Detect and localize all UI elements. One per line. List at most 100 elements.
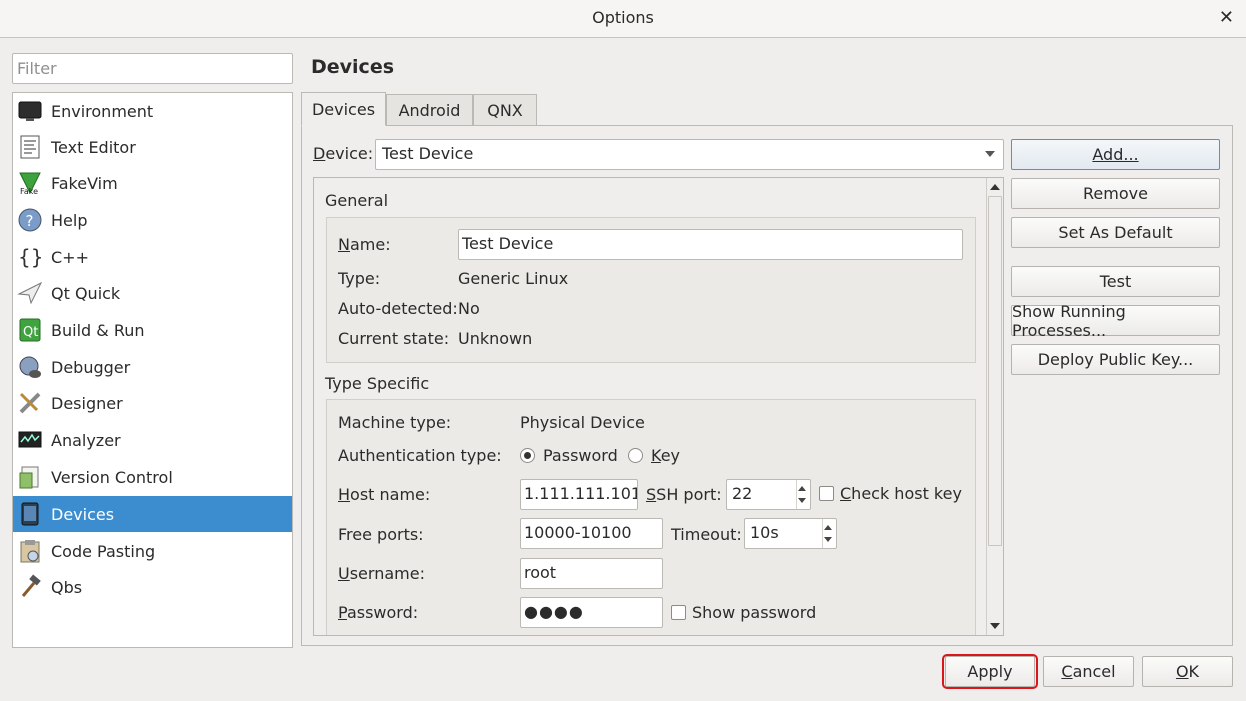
svg-text:Qt: Qt	[23, 325, 38, 340]
cancel-button[interactable]: Cancel	[1043, 656, 1134, 687]
name-label: Name:	[338, 235, 391, 254]
username-input[interactable]: root	[520, 558, 663, 589]
password-label: Password:	[338, 603, 419, 622]
nav-item-label: Designer	[51, 393, 123, 413]
authentication-type-label: Authentication type:	[338, 446, 502, 465]
monitor-icon	[17, 98, 43, 124]
nav-item-label: FakeVim	[51, 173, 118, 193]
filter-input[interactable]	[12, 53, 293, 84]
nav-item-label: Qbs	[51, 577, 83, 597]
debugger-icon	[17, 354, 43, 380]
stepper-up-icon[interactable]	[798, 486, 806, 491]
deploy-public-key-button[interactable]: Deploy Public Key...	[1011, 344, 1220, 375]
show-running-processes-button[interactable]: Show Running Processes...	[1011, 302, 1220, 340]
check-host-key-label: Check host key	[840, 484, 962, 503]
designer-icon	[17, 390, 43, 416]
nav-item-label: Qt Quick	[51, 283, 121, 303]
remove-button[interactable]: Remove	[1011, 178, 1220, 209]
type-label: Type:	[338, 269, 381, 288]
svg-text:?: ?	[26, 212, 34, 230]
scrollbar-thumb[interactable]	[988, 196, 1002, 546]
title-bar: Options ✕	[0, 0, 1246, 38]
nav-item-label: Code Pasting	[51, 541, 156, 561]
nav-item-devices[interactable]: Devices	[13, 496, 292, 532]
document-icon	[17, 134, 43, 160]
ok-button[interactable]: OK	[1142, 656, 1233, 687]
scroll-up-icon[interactable]	[990, 184, 1000, 190]
free-ports-input[interactable]: 10000-10100	[520, 518, 663, 549]
auto-detected-value: No	[458, 299, 480, 318]
scroll-down-icon[interactable]	[990, 623, 1000, 629]
nav-item-label: C++	[51, 247, 89, 267]
braces-icon: {}	[17, 244, 43, 270]
tab-qnx[interactable]: QNX	[473, 94, 537, 126]
help-icon: ?	[17, 207, 43, 233]
free-ports-label: Free ports:	[338, 525, 424, 544]
nav-item-label: Version Control	[51, 467, 173, 487]
nav-item-debugger[interactable]: Debugger	[13, 349, 292, 385]
device-name-input[interactable]: Test Device	[458, 229, 963, 260]
timeout-label: Timeout:	[671, 525, 742, 544]
nav-item-qbs[interactable]: Qbs	[13, 569, 292, 605]
set-as-default-button[interactable]: Set As Default	[1011, 217, 1220, 248]
tab-devices[interactable]: Devices	[301, 92, 386, 126]
device-label: Device:	[313, 144, 374, 163]
hammer-icon	[17, 574, 43, 600]
nav-item-label: Analyzer	[51, 430, 121, 450]
chevron-down-icon	[985, 151, 995, 157]
qt-build-icon: Qt	[17, 317, 43, 343]
nav-item-label: Help	[51, 210, 88, 230]
auto-detected-label: Auto-detected:	[338, 299, 458, 318]
nav-item-text-editor[interactable]: Text Editor	[13, 129, 292, 165]
nav-item-cpp[interactable]: {} C++	[13, 239, 292, 275]
vertical-scrollbar[interactable]	[986, 178, 1003, 635]
page-title: Devices	[311, 56, 395, 78]
nav-item-designer[interactable]: Designer	[13, 385, 292, 421]
device-select[interactable]: Test Device	[375, 139, 1004, 170]
type-value: Generic Linux	[458, 269, 569, 288]
password-auth-label: Password	[543, 446, 618, 465]
ssh-port-label: SSH port:	[646, 485, 722, 504]
machine-type-label: Machine type:	[338, 413, 452, 432]
ssh-port-stepper[interactable]: 22	[726, 479, 811, 510]
nav-item-code-pasting[interactable]: Code Pasting	[13, 533, 292, 569]
host-name-input[interactable]: 1.111.111.101	[520, 479, 638, 510]
password-input[interactable]: ●●●●	[520, 597, 663, 628]
password-auth-radio[interactable]	[520, 448, 535, 463]
check-host-key-checkbox[interactable]	[819, 486, 834, 501]
show-password-label: Show password	[692, 603, 817, 622]
test-button[interactable]: Test	[1011, 266, 1220, 297]
key-auth-radio[interactable]	[628, 448, 643, 463]
timeout-stepper[interactable]: 10s	[744, 518, 837, 549]
show-password-checkbox[interactable]	[671, 605, 686, 620]
general-group-title: General	[325, 191, 389, 210]
nav-item-build-run[interactable]: Qt Build & Run	[13, 312, 292, 348]
host-name-label: Host name:	[338, 485, 431, 504]
type-specific-group-title: Type Specific	[325, 374, 430, 393]
stepper-down-icon[interactable]	[824, 537, 832, 542]
version-control-icon	[17, 464, 43, 490]
close-icon[interactable]: ✕	[1219, 7, 1234, 28]
analyzer-icon	[17, 427, 43, 453]
nav-item-version-control[interactable]: Version Control	[13, 459, 292, 495]
svg-text:Fake: Fake	[20, 187, 38, 196]
nav-item-label: Devices	[51, 504, 115, 524]
paper-plane-icon	[17, 280, 43, 306]
nav-item-fakevim[interactable]: Fake FakeVim	[13, 165, 292, 201]
nav-item-environment[interactable]: Environment	[13, 93, 292, 129]
nav-item-help[interactable]: ? Help	[13, 202, 292, 238]
apply-button[interactable]: Apply	[945, 656, 1035, 687]
nav-item-qt-quick[interactable]: Qt Quick	[13, 275, 292, 311]
tab-android[interactable]: Android	[386, 94, 473, 126]
nav-item-analyzer[interactable]: Analyzer	[13, 422, 292, 458]
nav-item-label: Build & Run	[51, 320, 145, 340]
stepper-up-icon[interactable]	[824, 525, 832, 530]
username-label: Username:	[338, 564, 425, 583]
fakevim-icon: Fake	[17, 170, 43, 196]
key-auth-label: Key	[651, 446, 681, 465]
add-button[interactable]: Add...	[1011, 139, 1220, 170]
category-list: Environment Text Editor Fake FakeVim ? H…	[12, 92, 293, 648]
nav-item-label: Environment	[51, 101, 154, 121]
window-title: Options	[592, 8, 654, 27]
stepper-down-icon[interactable]	[798, 498, 806, 503]
